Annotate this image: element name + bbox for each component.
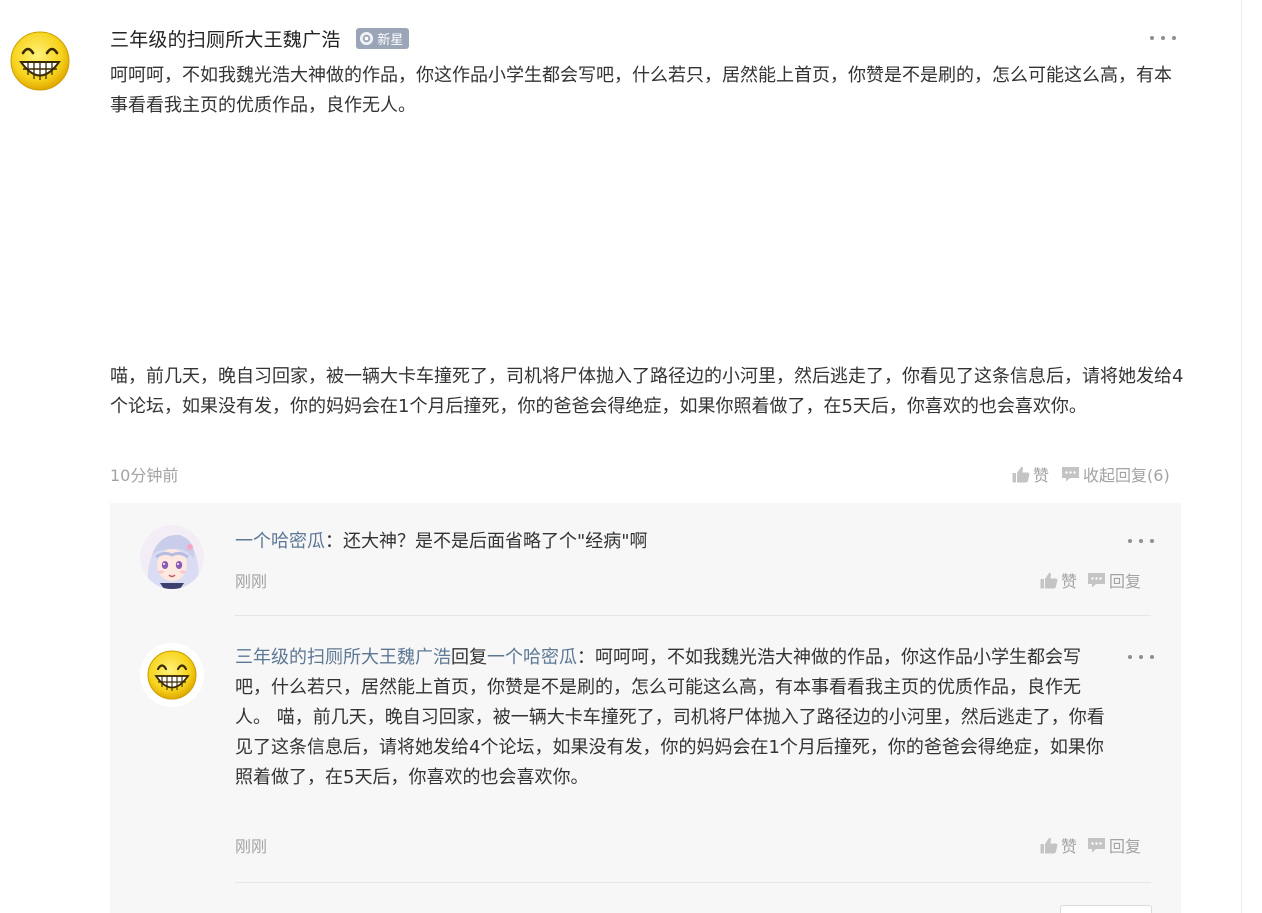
grinning-face-icon <box>10 31 70 91</box>
reply-separator: ： <box>325 531 343 552</box>
reply-more-options-button[interactable] <box>1128 649 1154 665</box>
thumbs-up-icon <box>1040 572 1058 588</box>
reply-like-button[interactable]: 赞 <box>1040 833 1077 857</box>
thumbs-up-icon <box>1012 466 1030 482</box>
main-comment-text-paragraph-2: 喵，前几天，晚自习回家，被一辆大卡车撞死了，司机将尸体抛入了路径边的小河里，然后… <box>110 366 1184 417</box>
reply-actions: 赞 回复 <box>1040 568 1141 592</box>
main-comment-text-paragraph-1: 呵呵呵，不如我魏光浩大神做的作品，你这作品小学生都会写吧，什么若只，居然能上首页… <box>110 65 1172 116</box>
reply-reply-button[interactable]: 回复 <box>1087 833 1141 857</box>
reply-word: 回复 <box>451 647 487 668</box>
dot-icon <box>1128 655 1132 659</box>
dot-icon <box>1161 36 1165 40</box>
reply-text: 一个哈密瓜：还大神？是不是后面省略了个"经病"啊 <box>235 527 1105 557</box>
like-button[interactable]: 赞 <box>1012 462 1049 486</box>
new-star-badge: 新星 <box>356 27 410 49</box>
reply-content: 还大神？是不是后面省略了个"经病"啊 <box>343 531 648 552</box>
main-comment-time: 10分钟前 <box>110 466 179 485</box>
reply-item: 三年级的扫厕所大王魏广浩回复一个哈密瓜：呵呵呵，不如我魏光浩大神做的作品，你这作… <box>110 616 1181 886</box>
collapse-replies-button[interactable]: 收起回复(6) <box>1061 462 1170 486</box>
reply-divider <box>235 882 1151 883</box>
grinning-face-icon <box>140 643 204 707</box>
comment-bubble-icon <box>1088 573 1106 588</box>
main-comment-actions: 赞 收起回复(6) <box>1012 462 1170 486</box>
reply-content: 呵呵呵，不如我魏光浩大神做的作品，你这作品小学生都会写吧，什么若只，居然能上首页… <box>235 647 1105 788</box>
dot-icon <box>1150 655 1154 659</box>
dot-icon <box>1172 36 1176 40</box>
comment-bubble-icon <box>1062 467 1080 482</box>
comment-thread-page: 三年级的扫厕所大王魏广浩 新星 呵呵呵，不如我魏光浩大神做的作品，你这作品小学生… <box>0 0 1262 913</box>
dot-icon <box>1139 655 1143 659</box>
reply-like-button[interactable]: 赞 <box>1040 568 1077 592</box>
like-label: 赞 <box>1033 466 1050 485</box>
reply-like-label: 赞 <box>1061 837 1078 856</box>
badge-label: 新星 <box>377 32 404 48</box>
reply-separator: ： <box>577 647 595 668</box>
reply-author-link[interactable]: 一个哈密瓜 <box>235 531 325 552</box>
reply-reply-label: 回复 <box>1109 837 1142 856</box>
avatar-grinning-smiley[interactable] <box>10 31 70 91</box>
reply-like-label: 赞 <box>1061 572 1078 591</box>
main-comment-author[interactable]: 三年级的扫厕所大王魏广浩 <box>110 25 340 52</box>
reply-text: 三年级的扫厕所大王魏广浩回复一个哈密瓜：呵呵呵，不如我魏光浩大神做的作品，你这作… <box>235 643 1105 793</box>
reply-actions: 赞 回复 <box>1040 833 1141 857</box>
reply-more-options-button[interactable] <box>1128 533 1154 549</box>
collapse-replies-label: 收起回复(6) <box>1083 466 1170 485</box>
comment-bubble-icon <box>1088 838 1106 853</box>
thumbs-up-icon <box>1040 837 1058 853</box>
reply-target-link[interactable]: 一个哈密瓜 <box>487 647 577 668</box>
avatar-anime-girl[interactable] <box>140 525 204 589</box>
dot-icon <box>1150 36 1154 40</box>
dot-icon <box>1150 539 1154 543</box>
dot-icon <box>1128 539 1132 543</box>
reply-time: 刚刚 <box>235 572 268 591</box>
reply-reply-button[interactable]: 回复 <box>1087 568 1141 592</box>
partial-input-box[interactable] <box>1060 905 1152 913</box>
replies-panel: 一个哈密瓜：还大神？是不是后面省略了个"经病"啊 刚刚 赞 回复 三年级的扫厕所… <box>110 503 1181 913</box>
dot-icon <box>1139 539 1143 543</box>
main-comment-header: 三年级的扫厕所大王魏广浩 新星 <box>110 24 410 52</box>
anime-girl-avatar-icon <box>140 525 204 589</box>
reply-reply-label: 回复 <box>1109 572 1142 591</box>
reply-time: 刚刚 <box>235 837 268 856</box>
reply-item: 一个哈密瓜：还大神？是不是后面省略了个"经病"啊 刚刚 赞 回复 <box>110 503 1181 616</box>
reply-author-link[interactable]: 三年级的扫厕所大王魏广浩 <box>235 647 451 668</box>
avatar-grinning-smiley[interactable] <box>140 643 204 707</box>
scrollbar-track[interactable] <box>1241 0 1242 913</box>
more-options-button[interactable] <box>1150 30 1176 46</box>
star-badge-icon <box>360 31 374 45</box>
